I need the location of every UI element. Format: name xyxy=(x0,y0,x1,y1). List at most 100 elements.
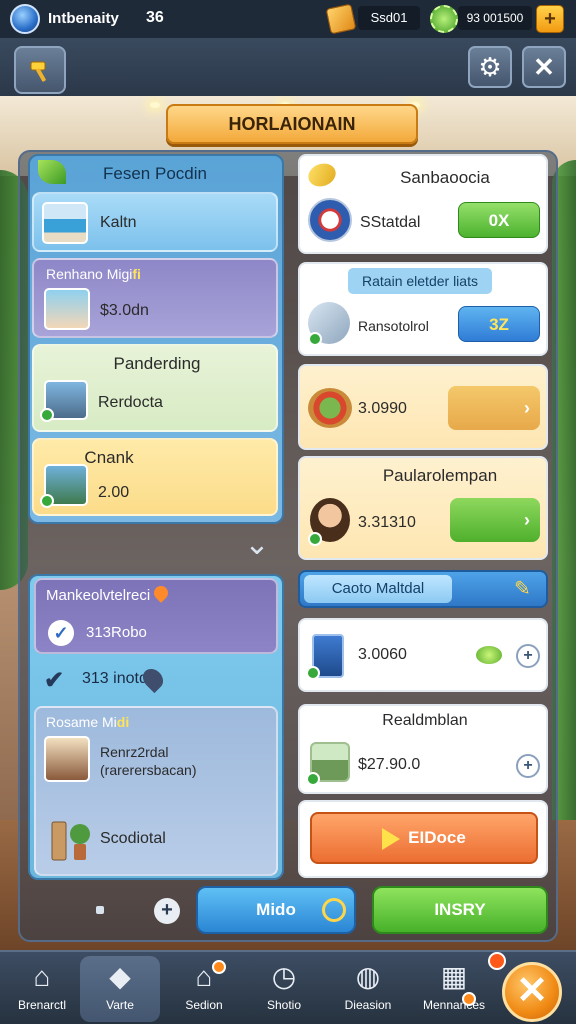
right-card-4[interactable]: Paularolempan 3.31310 › xyxy=(298,456,548,560)
left-panel-title: Fesen Pocdin xyxy=(103,164,207,183)
card-line-2: (rarerersbacan) xyxy=(100,762,197,778)
player-name: Intbenaity xyxy=(48,10,119,27)
player-level: 36 xyxy=(146,9,164,26)
close-menu-button[interactable]: ✕ xyxy=(502,962,562,1022)
add-round-button[interactable]: + xyxy=(154,898,180,924)
menu-dot-icon[interactable] xyxy=(96,906,104,914)
build-tool-button[interactable] xyxy=(14,46,66,94)
gem-icon xyxy=(430,5,458,33)
right-card-6[interactable]: Realdmblan $27.90.0 + xyxy=(298,704,548,794)
play-icon xyxy=(382,827,401,850)
right-card-2[interactable]: Ratain eletder liats Ransotolrol 3Z xyxy=(298,262,548,356)
card-title: Sanbaoocia xyxy=(400,168,490,187)
grid-icon: ▦ xyxy=(440,961,468,992)
nav-item-dieasion[interactable]: ◍ Dieasion xyxy=(328,956,408,1022)
card-value: 313Robo xyxy=(86,624,147,641)
claim-button[interactable]: 0X xyxy=(458,202,540,238)
card-value: Ransotolrol xyxy=(358,318,429,334)
status-badge xyxy=(308,332,322,346)
nav-label: Shotio xyxy=(266,998,302,1012)
close-icon: ✕ xyxy=(533,52,555,82)
chevron-down-icon[interactable]: ⌄ xyxy=(240,530,274,560)
next-button[interactable]: › xyxy=(448,386,540,430)
left-card-crank[interactable]: Cnank 2.00 xyxy=(32,438,278,516)
right-card-3[interactable]: 3.0990 › xyxy=(298,364,548,450)
gear-icon: ⚙ xyxy=(478,52,502,82)
checkmark-icon: ✔ xyxy=(44,667,65,694)
currency-2-value: 93 001500 xyxy=(458,6,532,30)
collect-button[interactable]: 3Z xyxy=(458,306,540,342)
add-currency-button[interactable]: + xyxy=(536,5,564,33)
play-button[interactable]: EIDoce xyxy=(310,812,538,864)
status-badge xyxy=(308,532,322,546)
room-thumbnail-icon xyxy=(44,736,90,782)
status-bar: Intbenaity 36 Ssd01 93 001500 + xyxy=(0,0,576,38)
card-value: 2.00 xyxy=(98,484,130,501)
left-card-pool[interactable]: Kaltn xyxy=(32,192,278,252)
check-icon: ✓ xyxy=(48,620,74,646)
person-thumbnail-icon xyxy=(44,288,90,330)
coin-icon xyxy=(476,646,502,664)
globe-avatar-icon[interactable] xyxy=(10,4,40,34)
ticket-icon xyxy=(325,3,357,35)
insry-button[interactable]: INSRY xyxy=(372,886,548,934)
right-card-7: EIDoce xyxy=(298,800,548,878)
nav-label: Brenarctl xyxy=(17,998,67,1012)
chair-plant-icon xyxy=(51,821,90,861)
add-button[interactable]: + xyxy=(516,754,540,778)
timer-ring-icon xyxy=(322,898,346,922)
card-value: 3.31310 xyxy=(358,514,416,531)
add-button[interactable]: + xyxy=(516,644,540,668)
right-card-1[interactable]: Sanbaoocia SStatdal 0X xyxy=(298,154,548,254)
nav-item-sedion[interactable]: ⌂ Sedion xyxy=(164,956,244,1022)
card-value: $3.0dn xyxy=(100,302,149,319)
section-label: Caoto Maltdal xyxy=(304,575,452,603)
section-banner: Caoto Maltdal ✎ xyxy=(298,570,548,608)
lemon-icon xyxy=(305,159,339,191)
status-badge xyxy=(306,772,320,786)
chat-icon: ◍ xyxy=(355,961,381,992)
nav-label: Dieasion xyxy=(344,998,392,1012)
quest-card[interactable]: Mankeolvtelreci ✓ 313Robo xyxy=(34,578,278,654)
close-window-button[interactable]: ✕ xyxy=(522,46,566,88)
card-value: Kaltn xyxy=(100,214,137,231)
ceiling-lamp xyxy=(150,102,160,108)
right-card-5[interactable]: 3.0060 + xyxy=(298,618,548,692)
left-card-avatar[interactable]: Renhano Migifi $3.0dn xyxy=(32,258,278,338)
nav-item-mennances[interactable]: ▦ Mennances xyxy=(414,956,494,1022)
food-bowl-icon xyxy=(308,388,352,428)
status-badge xyxy=(306,666,320,680)
notification-badge xyxy=(462,992,476,1006)
card-title-highlight: fi xyxy=(132,266,141,282)
card-value: Scodiotal xyxy=(100,830,166,847)
nav-item-shotio[interactable]: ◷ Shotio xyxy=(244,956,324,1022)
nav-label: Sedion xyxy=(185,998,223,1012)
emblem-icon xyxy=(308,198,352,242)
card-title: Renhano Migifi xyxy=(46,266,141,282)
nav-label: Varte xyxy=(106,998,134,1012)
pool-thumbnail-icon xyxy=(42,202,88,244)
pencil-icon[interactable]: ✎ xyxy=(514,578,536,600)
clock-icon: ◷ xyxy=(271,961,297,992)
dice-icon: ◆ xyxy=(109,961,131,992)
hammer-icon xyxy=(30,61,46,82)
nav-item-home[interactable]: ⌂ Brenarctl xyxy=(2,956,82,1022)
card-value: Rerdocta xyxy=(98,394,163,411)
left-card-pending[interactable]: Panderding Rerdocta xyxy=(32,344,278,432)
card-value: $27.90.0 xyxy=(358,756,421,773)
card-value: SStatdal xyxy=(360,214,421,231)
room-card[interactable]: Rosame Midi Renrz2rdal (rarerersbacan) S… xyxy=(34,706,278,876)
nav-item-varte[interactable]: ◆ Varte xyxy=(80,956,160,1022)
card-title: Paularolempan xyxy=(382,466,498,485)
card-value: 3.0990 xyxy=(358,400,407,417)
settings-button[interactable]: ⚙ xyxy=(468,46,512,88)
home-icon: ⌂ xyxy=(33,961,51,992)
fire-icon xyxy=(151,583,172,603)
notification-badge xyxy=(488,952,506,970)
next-button[interactable]: › xyxy=(450,498,540,542)
currency-1-value: Ssd01 xyxy=(358,6,420,30)
card-title: Rosame Midi xyxy=(46,714,130,730)
mido-button[interactable]: Mido xyxy=(196,886,356,934)
status-badge xyxy=(40,494,54,508)
page-title: HORLAIONAIN xyxy=(166,104,418,144)
